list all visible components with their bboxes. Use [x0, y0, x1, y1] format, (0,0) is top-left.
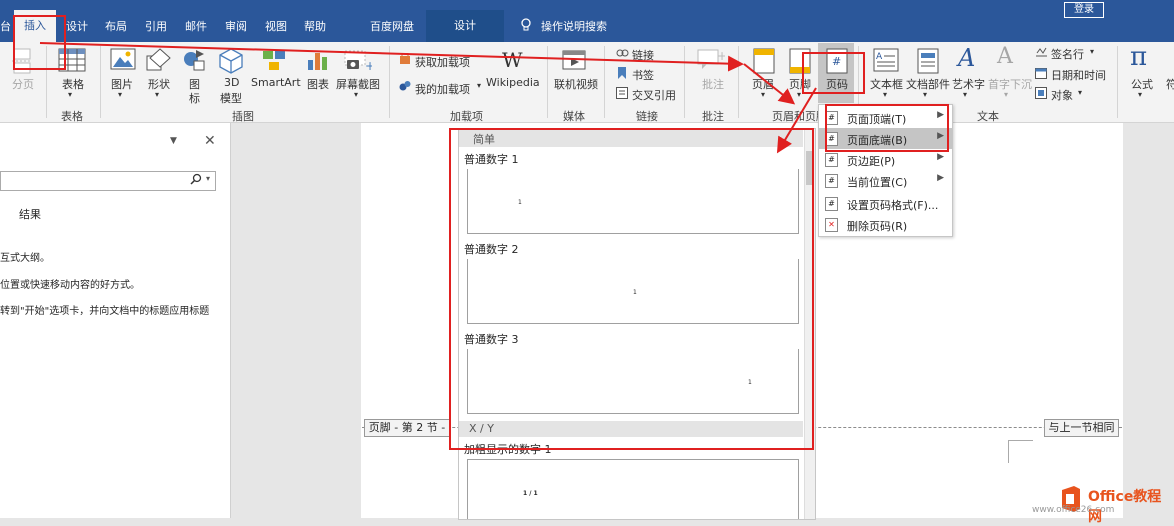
site-watermark: Office教程网 www.office26.com	[1028, 484, 1174, 525]
watermark-url: www.office26.com	[1032, 505, 1115, 515]
annotation-arrows	[39, 42, 817, 154]
